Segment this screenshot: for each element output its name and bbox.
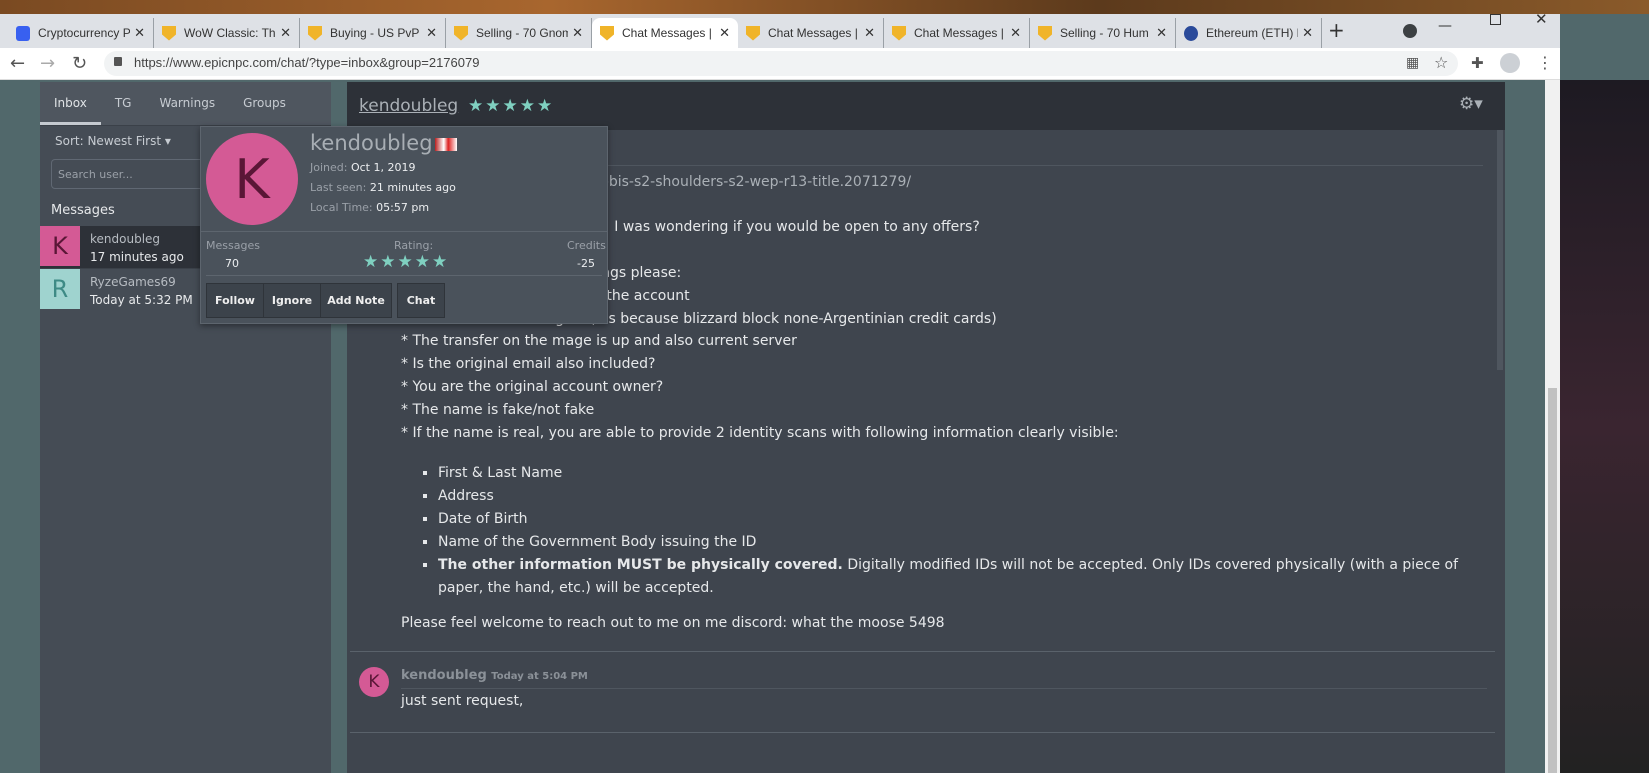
browser-tab[interactable]: WoW Classic: The ✕: [154, 18, 300, 48]
tab-inbox[interactable]: Inbox: [40, 82, 101, 125]
flag-icon: [435, 138, 457, 151]
browser-tab-active[interactable]: Chat Messages | ✕: [592, 18, 738, 48]
reload-icon[interactable]: ↻: [72, 53, 87, 74]
close-icon[interactable]: ✕: [572, 25, 583, 41]
rating-stars: ★★★★★: [363, 252, 450, 272]
add-note-button[interactable]: Add Note: [320, 283, 392, 318]
tab-groups[interactable]: Groups: [229, 82, 300, 125]
epicnpc-icon: [600, 25, 614, 41]
close-icon[interactable]: ✕: [134, 25, 145, 41]
close-icon[interactable]: ✕: [1010, 25, 1021, 41]
browser-tab[interactable]: Selling - 70 Hum ✕: [1030, 18, 1176, 48]
coinmarketcap-icon: [16, 25, 30, 41]
browser-tab[interactable]: Chat Messages | ✕: [738, 18, 884, 48]
desktop-background: [1560, 80, 1649, 773]
tab-warnings[interactable]: Warnings: [145, 82, 229, 125]
tab-bar: Cryptocurrency P ✕ WoW Classic: The ✕ Buyi…: [0, 10, 1560, 48]
epicnpc-icon: [746, 25, 760, 41]
divider: [350, 732, 1495, 733]
follow-button[interactable]: Follow: [206, 283, 264, 318]
epicnpc-icon: [1038, 25, 1052, 41]
message-author: kendoubleg Today at 5:04 PM: [401, 668, 588, 683]
maximize-button[interactable]: [1490, 14, 1501, 25]
chat-username-link[interactable]: kendoubleg: [359, 96, 458, 116]
new-tab-button[interactable]: +: [1328, 18, 1345, 42]
address-bar[interactable]: https://www.epicnpc.com/chat/?type=inbox…: [104, 51, 1458, 76]
avatar: K: [359, 667, 389, 697]
tab-search-icon[interactable]: [1403, 24, 1417, 38]
search-user-input[interactable]: Search user...: [51, 159, 211, 189]
message-text: * If the name is real, you are able to p…: [401, 425, 1119, 441]
popup-username[interactable]: kendoubleg: [310, 131, 433, 155]
user-profile-popup: K kendoubleg Joined: Oct 1, 2019 Last se…: [200, 126, 608, 324]
message-text: * The transfer on the mage is up and als…: [401, 333, 797, 349]
gear-icon[interactable]: ⚙▾: [1459, 94, 1483, 114]
divider: [460, 165, 1483, 166]
chat-button[interactable]: Chat: [397, 283, 445, 318]
requirements-list: First & Last Name Address Date of Birth …: [438, 462, 1478, 600]
ignore-button[interactable]: Ignore: [263, 283, 321, 318]
forward-icon[interactable]: →: [40, 53, 55, 74]
message-text: * The name is fake/not fake: [401, 402, 595, 418]
epicnpc-icon: [308, 25, 322, 41]
credits-value: -25: [577, 257, 595, 270]
divider: [350, 651, 1495, 652]
avatar: R: [40, 269, 80, 309]
extensions-icon[interactable]: ✚: [1471, 54, 1484, 72]
lock-icon: [114, 57, 122, 66]
close-window-button[interactable]: ✕: [1535, 10, 1548, 28]
sort-dropdown[interactable]: Sort: Newest First ▾: [55, 134, 171, 148]
close-icon[interactable]: ✕: [426, 25, 437, 41]
rating-stars: ★★★★★: [468, 96, 555, 116]
chat-header: kendoubleg ★★★★★ ⚙▾: [347, 82, 1505, 130]
close-icon[interactable]: ✕: [1302, 25, 1313, 41]
chat-scrollbar[interactable]: [1497, 130, 1503, 370]
ethereum-icon: [1184, 25, 1198, 41]
tab-tg[interactable]: TG: [101, 82, 146, 125]
epicnpc-icon: [454, 25, 468, 41]
browser-tab[interactable]: Chat Messages | ✕: [884, 18, 1030, 48]
messages-count: 70: [225, 257, 239, 270]
bookmark-star-icon[interactable]: ☆: [1434, 53, 1448, 72]
menu-icon[interactable]: ⋮: [1537, 53, 1553, 72]
message-text: just sent request,: [401, 693, 524, 709]
avatar: K: [206, 133, 298, 225]
message-text: Please feel welcome to reach out to me o…: [401, 615, 945, 631]
close-icon[interactable]: ✕: [864, 25, 875, 41]
messages-heading: Messages: [51, 203, 115, 218]
minimize-button[interactable]: —: [1438, 18, 1452, 34]
qr-code-icon[interactable]: ▦: [1406, 55, 1419, 71]
profile-avatar[interactable]: [1500, 53, 1520, 73]
epicnpc-icon: [892, 25, 906, 41]
close-icon[interactable]: ✕: [280, 25, 291, 41]
browser-tab[interactable]: Buying - US PvP ✕: [300, 18, 446, 48]
avatar: K: [40, 226, 80, 266]
close-icon[interactable]: ✕: [1156, 25, 1167, 41]
message-text: * You are the original account owner?: [401, 379, 664, 395]
back-icon[interactable]: ←: [10, 53, 25, 74]
browser-tab[interactable]: Ethereum (ETH) P ✕: [1176, 18, 1322, 48]
page-scrollbar[interactable]: [1545, 80, 1560, 773]
close-icon[interactable]: ✕: [719, 25, 730, 41]
browser-tab[interactable]: Selling - 70 Gnom ✕: [446, 18, 592, 48]
message-text: * Is the original email also included?: [401, 356, 656, 372]
browser-tab[interactable]: Cryptocurrency P ✕: [8, 18, 154, 48]
epicnpc-icon: [162, 25, 176, 41]
divider: [401, 688, 1487, 689]
desktop-background: [0, 0, 1649, 14]
